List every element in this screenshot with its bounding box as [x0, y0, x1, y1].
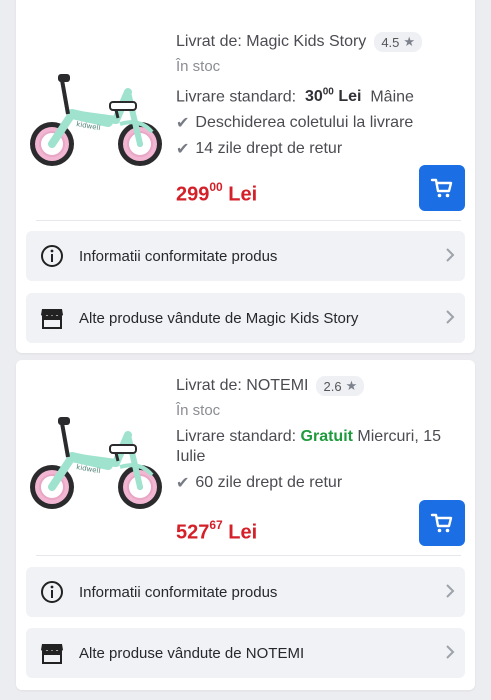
store-icon [39, 305, 65, 331]
seller-products-label: Alte produse vândute de NOTEMI [79, 644, 305, 662]
delivery-label: Livrare standard: [176, 428, 297, 445]
chevron-right-icon [446, 645, 455, 659]
star-icon: ★ [345, 378, 358, 393]
check-icon: ✔ [176, 475, 190, 492]
delivery-price: 3000 Lei [304, 87, 362, 106]
compliance-info-row[interactable]: Informatii conformitate produs [26, 567, 465, 617]
delivery-info: Livrare standard: Gratuit Miercuri, 15 I… [176, 427, 453, 467]
seller-line: Livrat de: Magic Kids Story 4.5 ★ [176, 32, 453, 52]
stock-status: În stoc [176, 58, 221, 75]
check-icon: ✔ [176, 115, 190, 133]
store-icon [39, 640, 65, 666]
rating-value: 4.5 [381, 34, 400, 50]
offer-card: Livrat de: Magic Kids Story 4.5 ★ În sto… [16, 0, 475, 353]
rating-value: 2.6 [323, 378, 342, 394]
seller-rating-badge[interactable]: 2.6 ★ [316, 376, 365, 396]
seller-prefix: Livrat de: [176, 377, 242, 394]
seller-prefix: Livrat de: [176, 33, 242, 50]
add-to-cart-button[interactable] [419, 165, 465, 211]
seller-products-row[interactable]: Alte produse vândute de NOTEMI [26, 628, 465, 678]
compliance-info-label: Informatii conformitate produs [79, 247, 278, 265]
chevron-right-icon [446, 310, 455, 324]
product-image[interactable] [24, 62, 170, 172]
delivery-info: Livrare standard: 3000 Lei Mâine [176, 83, 453, 107]
check-icon: ✔ [176, 141, 190, 159]
compliance-info-label: Informatii conformitate produs [79, 583, 278, 601]
chevron-right-icon [446, 248, 455, 262]
delivery-day: Mâine [370, 88, 414, 106]
seller-products-label: Alte produse vândute de Magic Kids Story [79, 309, 359, 327]
seller-line: Livrat de: NOTEMI 2.6 ★ [176, 376, 453, 396]
compliance-info-row[interactable]: Informatii conformitate produs [26, 231, 465, 281]
feature-item: ✔ 60 zile drept de retur [176, 474, 343, 492]
stock-status: În stoc [176, 402, 221, 419]
seller-name-link[interactable]: Magic Kids Story [246, 33, 366, 51]
divider [36, 220, 461, 221]
offer-card: Livrat de: NOTEMI 2.6 ★ În stoc Livrare … [16, 360, 475, 690]
delivery-free: Gratuit [300, 428, 353, 445]
product-image[interactable] [24, 405, 170, 515]
product-price: 29900 Lei [176, 180, 258, 206]
star-icon: ★ [403, 34, 416, 49]
seller-products-row[interactable]: Alte produse vândute de Magic Kids Story [26, 293, 465, 343]
offer-info: Livrat de: NOTEMI 2.6 ★ În stoc Livrare … [176, 376, 453, 493]
seller-name-link[interactable]: NOTEMI [246, 377, 308, 395]
add-to-cart-button[interactable] [419, 500, 465, 546]
info-circle-icon [39, 579, 65, 605]
seller-rating-badge[interactable]: 4.5 ★ [374, 32, 423, 52]
feature-item: ✔ Deschiderea coletului la livrare [176, 114, 414, 133]
feature-item: ✔ 14 zile drept de retur [176, 140, 343, 159]
cart-icon [430, 178, 453, 199]
cart-icon [430, 513, 453, 534]
offer-info: Livrat de: Magic Kids Story 4.5 ★ În sto… [176, 32, 453, 159]
info-circle-icon [39, 243, 65, 269]
product-price: 52767 Lei [176, 518, 258, 544]
chevron-right-icon [446, 584, 455, 598]
delivery-label: Livrare standard: [176, 88, 297, 106]
divider [36, 555, 461, 556]
